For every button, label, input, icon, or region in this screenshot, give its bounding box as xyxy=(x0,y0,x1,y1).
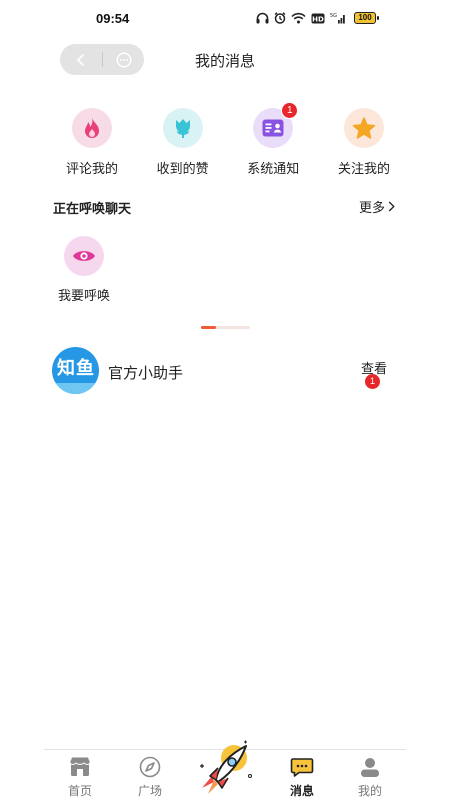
category-icon-wrap xyxy=(343,108,384,148)
headphones-icon xyxy=(256,12,269,24)
category-icon-wrap xyxy=(72,108,112,148)
chat-icon xyxy=(290,758,314,777)
rocket-icon xyxy=(200,740,252,794)
id-card-icon xyxy=(262,119,284,137)
tab-label: 广场 xyxy=(137,784,162,798)
eye-icon xyxy=(73,251,95,261)
shop-icon xyxy=(69,757,91,776)
message-categories: 评论我的 收到的赞 1 系统通知 关注我的 xyxy=(48,102,408,178)
center-rocket-button[interactable] xyxy=(194,736,258,798)
category-icon-wrap: 1 xyxy=(253,102,299,148)
tab-label: 首页 xyxy=(67,784,92,798)
category-system-notice[interactable]: 1 系统通知 xyxy=(229,102,317,178)
call-chat-button[interactable]: 我要呼唤 xyxy=(55,236,113,304)
section-title-calling: 正在呼唤聊天 xyxy=(53,201,132,216)
compass-icon xyxy=(139,756,161,778)
category-followers[interactable]: 关注我的 xyxy=(320,108,408,178)
unread-badge: 1 xyxy=(365,374,380,389)
category-label: 关注我的 xyxy=(337,161,390,176)
svg-text:5G: 5G xyxy=(330,13,337,19)
category-label: 收到的赞 xyxy=(156,161,209,176)
avatar-logo: 知鱼 xyxy=(57,358,95,378)
more-link[interactable]: 更多 xyxy=(359,197,395,216)
category-label: 评论我的 xyxy=(65,161,118,176)
message-row-official-assistant[interactable]: 知鱼 官方小助手 查看 1 xyxy=(52,347,397,397)
tab-me[interactable]: 我的 xyxy=(342,756,398,799)
tab-square[interactable]: 广场 xyxy=(122,756,178,799)
page-indicator-active xyxy=(201,326,216,329)
notification-badge: 1 xyxy=(281,102,299,119)
category-likes[interactable]: 收到的赞 xyxy=(139,108,227,178)
tulip-icon xyxy=(175,119,190,138)
status-time: 09:54 xyxy=(96,11,130,26)
battery-icon: 100 xyxy=(354,12,379,24)
more-label: 更多 xyxy=(358,200,385,215)
status-icons: HD 5G xyxy=(256,11,346,25)
category-comments[interactable]: 评论我的 xyxy=(48,108,136,178)
tab-label: 消息 xyxy=(289,784,314,798)
signal-icon: 5G xyxy=(330,13,345,24)
call-icon-wrap xyxy=(64,236,104,276)
tab-label: 我的 xyxy=(357,784,382,798)
category-label: 系统通知 xyxy=(247,161,300,176)
wifi-icon xyxy=(291,12,306,24)
alarm-icon xyxy=(274,12,286,24)
user-icon xyxy=(361,758,379,777)
page-title: 我的消息 xyxy=(194,53,255,70)
status-bar: 09:54 HD 5G 100 xyxy=(0,0,450,36)
tab-messages[interactable]: 消息 xyxy=(274,756,330,799)
chevron-right-icon xyxy=(388,201,395,212)
call-label: 我要呼唤 xyxy=(57,288,110,303)
star-icon xyxy=(352,116,376,139)
svg-text:HD: HD xyxy=(312,15,324,23)
hd-icon: HD xyxy=(311,13,325,23)
avatar-logo-strip xyxy=(52,383,99,394)
page-indicator xyxy=(201,326,250,329)
message-sender-name: 官方小助手 xyxy=(108,365,184,382)
category-icon-wrap xyxy=(162,108,203,148)
flame-icon xyxy=(85,118,99,138)
tab-home[interactable]: 首页 xyxy=(52,756,108,799)
avatar: 知鱼 xyxy=(52,347,99,394)
